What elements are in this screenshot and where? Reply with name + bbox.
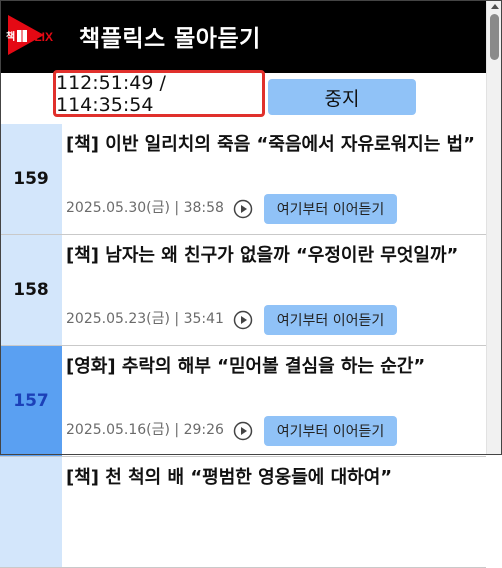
scroll-up-arrow-icon[interactable] <box>491 4 499 9</box>
episode-item[interactable]: 158 [책] 남자는 왜 친구가 없을까 “우정이란 무엇일까” 2025.0… <box>0 235 486 346</box>
resume-from-here-button[interactable]: 여기부터 이어듣기 <box>264 416 397 446</box>
episode-title[interactable]: [책] 이반 일리치의 죽음 “죽음에서 자유로워지는 법” <box>66 132 478 158</box>
episode-item[interactable]: 159 [책] 이반 일리치의 죽음 “죽음에서 자유로워지는 법” 2025.… <box>0 124 486 235</box>
episode-number <box>0 457 62 567</box>
stop-button[interactable]: 중지 <box>268 79 416 115</box>
episode-title[interactable]: [책] 남자는 왜 친구가 없을까 “우정이란 무엇일까” <box>66 243 478 269</box>
app-title: 책플릭스 몰아듣기 <box>79 26 261 52</box>
resume-from-here-button[interactable]: 여기부터 이어듣기 <box>264 305 397 335</box>
episode-meta: 2025.05.23(금) | 35:41 <box>66 311 224 327</box>
player-controls: 112:51:49 / 114:35:54 중지 <box>0 70 486 125</box>
play-circle-icon[interactable] <box>233 199 253 219</box>
episode-meta: 2025.05.16(금) | 29:26 <box>66 422 224 438</box>
episode-number: 157 <box>0 346 62 456</box>
book-flix-logo: 책 FLIX <box>6 15 53 55</box>
svg-text:책: 책 <box>6 30 15 43</box>
episode-title[interactable]: [책] 천 척의 배 “평범한 영웅들에 대하여” <box>66 465 478 491</box>
playback-time-display: 112:51:49 / 114:35:54 <box>53 70 265 117</box>
resume-from-here-button[interactable]: 여기부터 이어듣기 <box>264 194 397 224</box>
play-circle-icon[interactable] <box>233 421 253 441</box>
episode-list: 159 [책] 이반 일리치의 죽음 “죽음에서 자유로워지는 법” 2025.… <box>0 124 486 568</box>
play-circle-icon[interactable] <box>233 310 253 330</box>
episode-number: 158 <box>0 235 62 345</box>
episode-meta: 2025.05.30(금) | 38:58 <box>66 200 224 216</box>
episode-title[interactable]: [영화] 추락의 해부 “믿어볼 결심을 하는 순간” <box>66 354 478 380</box>
svg-text:FLIX: FLIX <box>27 30 53 44</box>
scrollbar-thumb[interactable] <box>490 14 499 60</box>
episode-number: 159 <box>0 124 62 234</box>
episode-item-active[interactable]: 157 [영화] 추락의 해부 “믿어볼 결심을 하는 순간” 2025.05.… <box>0 346 486 457</box>
app-header: 책 FLIX 책플릭스 몰아듣기 <box>0 0 502 73</box>
vertical-scrollbar[interactable] <box>486 0 502 455</box>
episode-item[interactable]: [책] 천 척의 배 “평범한 영웅들에 대하여” <box>0 457 486 568</box>
